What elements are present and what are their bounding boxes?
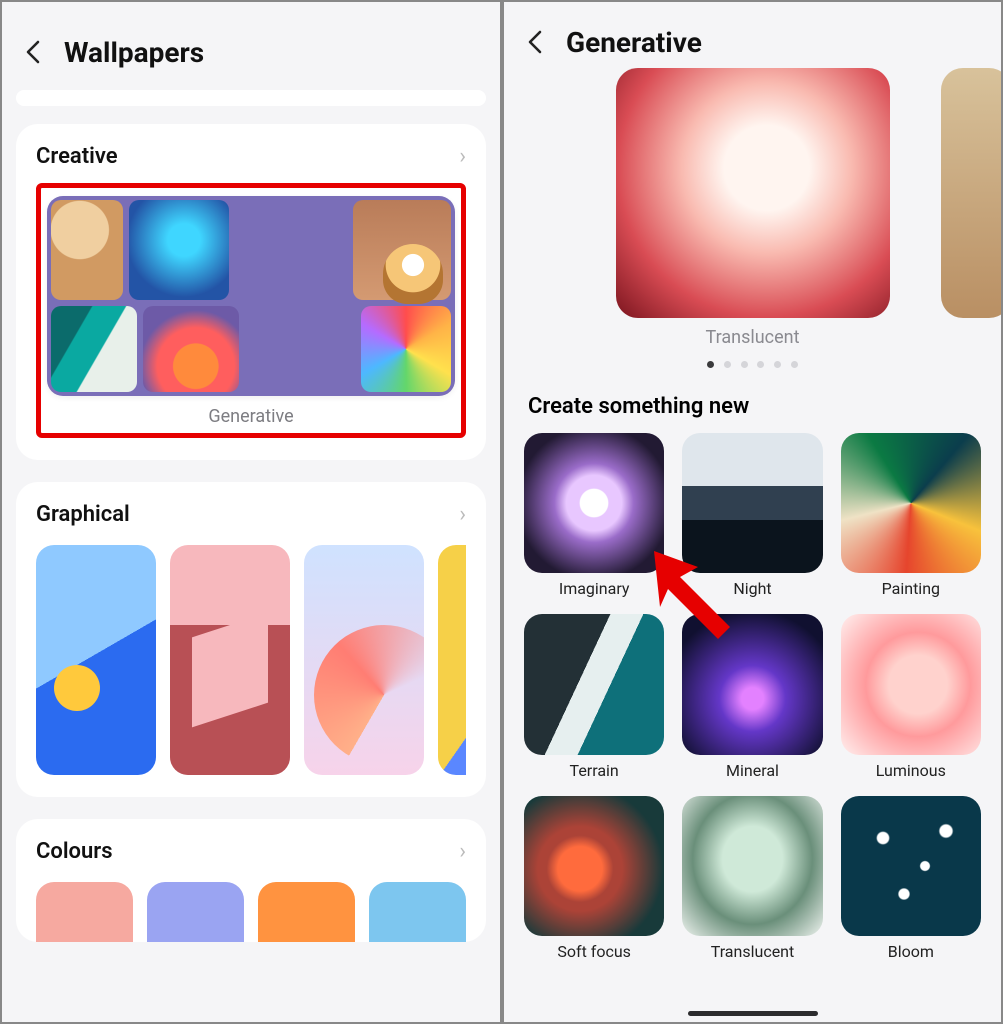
section-graphical: Graphical ›: [16, 482, 486, 797]
wallpaper-thumb[interactable]: [170, 545, 290, 775]
swatch-row[interactable]: [36, 882, 466, 942]
dot-active: [707, 361, 714, 368]
header: Wallpapers: [2, 2, 500, 90]
header: Generative: [504, 2, 1001, 68]
chevron-right-icon: ›: [459, 144, 466, 169]
collage-part: [51, 200, 123, 300]
section-header-colours[interactable]: Colours ›: [36, 839, 466, 864]
tile-bloom[interactable]: Bloom: [841, 796, 981, 961]
collage-part: [51, 306, 137, 392]
chevron-right-icon: ›: [459, 502, 466, 527]
tile-label: Translucent: [682, 942, 822, 961]
tile-terrain[interactable]: Terrain: [524, 614, 664, 779]
generative-screen: Generative Translucent Create something …: [502, 0, 1003, 1024]
home-indicator[interactable]: [688, 1011, 818, 1016]
tile-label: Terrain: [524, 761, 664, 780]
card-peek: [16, 90, 486, 106]
section-header-creative[interactable]: Creative ›: [36, 144, 466, 169]
wallpaper-thumb[interactable]: [36, 545, 156, 775]
section-creative: Creative › Generative: [16, 124, 486, 460]
colour-swatch[interactable]: [258, 882, 355, 942]
colour-swatch[interactable]: [369, 882, 466, 942]
tile-thumb: [841, 614, 981, 754]
section-label: Colours: [36, 839, 113, 864]
tile-night[interactable]: Night: [682, 433, 822, 598]
dot: [724, 361, 731, 368]
tile-painting[interactable]: Painting: [841, 433, 981, 598]
tile-thumb: [682, 796, 822, 936]
tile-imaginary[interactable]: Imaginary: [524, 433, 664, 598]
hero-image-next[interactable]: [941, 68, 1003, 318]
page-title: Generative: [566, 26, 702, 59]
wallpaper-row[interactable]: [36, 545, 466, 775]
page-title: Wallpapers: [64, 36, 204, 69]
dot: [791, 361, 798, 368]
carousel-dots: [504, 353, 1001, 372]
back-button[interactable]: [24, 32, 64, 72]
tile-thumb: [524, 796, 664, 936]
tile-thumb: [682, 433, 822, 573]
tile-label: Imaginary: [524, 579, 664, 598]
tile-thumb: [524, 433, 664, 573]
wallpapers-screen: Wallpapers Creative › Generative Graphic…: [0, 0, 502, 1024]
generative-caption: Generative: [47, 406, 455, 427]
tile-soft-focus[interactable]: Soft focus: [524, 796, 664, 961]
section-colours: Colours ›: [16, 819, 486, 942]
tile-label: Bloom: [841, 942, 981, 961]
tile-label: Mineral: [682, 761, 822, 780]
wallpaper-thumb[interactable]: [438, 545, 466, 775]
back-button[interactable]: [526, 22, 566, 62]
collage-part: [353, 200, 451, 300]
collage-part: [361, 306, 451, 392]
tile-mineral[interactable]: Mineral: [682, 614, 822, 779]
hero-image[interactable]: [616, 68, 890, 318]
colour-swatch[interactable]: [147, 882, 244, 942]
wallpaper-thumb[interactable]: [304, 545, 424, 775]
dot: [757, 361, 764, 368]
tile-thumb: [841, 433, 981, 573]
tile-thumb: [841, 796, 981, 936]
section-header-graphical[interactable]: Graphical ›: [36, 502, 466, 527]
tile-luminous[interactable]: Luminous: [841, 614, 981, 779]
dot: [741, 361, 748, 368]
tile-thumb: [524, 614, 664, 754]
dot: [774, 361, 781, 368]
collage-part: [129, 200, 229, 300]
chevron-right-icon: ›: [459, 839, 466, 864]
create-heading: Create something new: [504, 368, 1001, 433]
generative-tile[interactable]: [47, 196, 455, 396]
section-label: Creative: [36, 144, 118, 169]
chevron-left-icon: [526, 30, 546, 54]
chevron-left-icon: [24, 40, 44, 64]
tile-thumb: [682, 614, 822, 754]
hero-carousel[interactable]: Translucent: [504, 68, 1001, 368]
collage-part: [143, 306, 239, 392]
section-label: Graphical: [36, 502, 130, 527]
create-grid: Imaginary Night Painting Terrain Mineral…: [504, 433, 1001, 981]
tile-label: Soft focus: [524, 942, 664, 961]
tile-translucent[interactable]: Translucent: [682, 796, 822, 961]
hero-caption: Translucent: [504, 327, 1001, 348]
tile-label: Painting: [841, 579, 981, 598]
highlight-annotation: Generative: [36, 183, 466, 438]
tile-label: Luminous: [841, 761, 981, 780]
colour-swatch[interactable]: [36, 882, 133, 942]
tile-label: Night: [682, 579, 822, 598]
